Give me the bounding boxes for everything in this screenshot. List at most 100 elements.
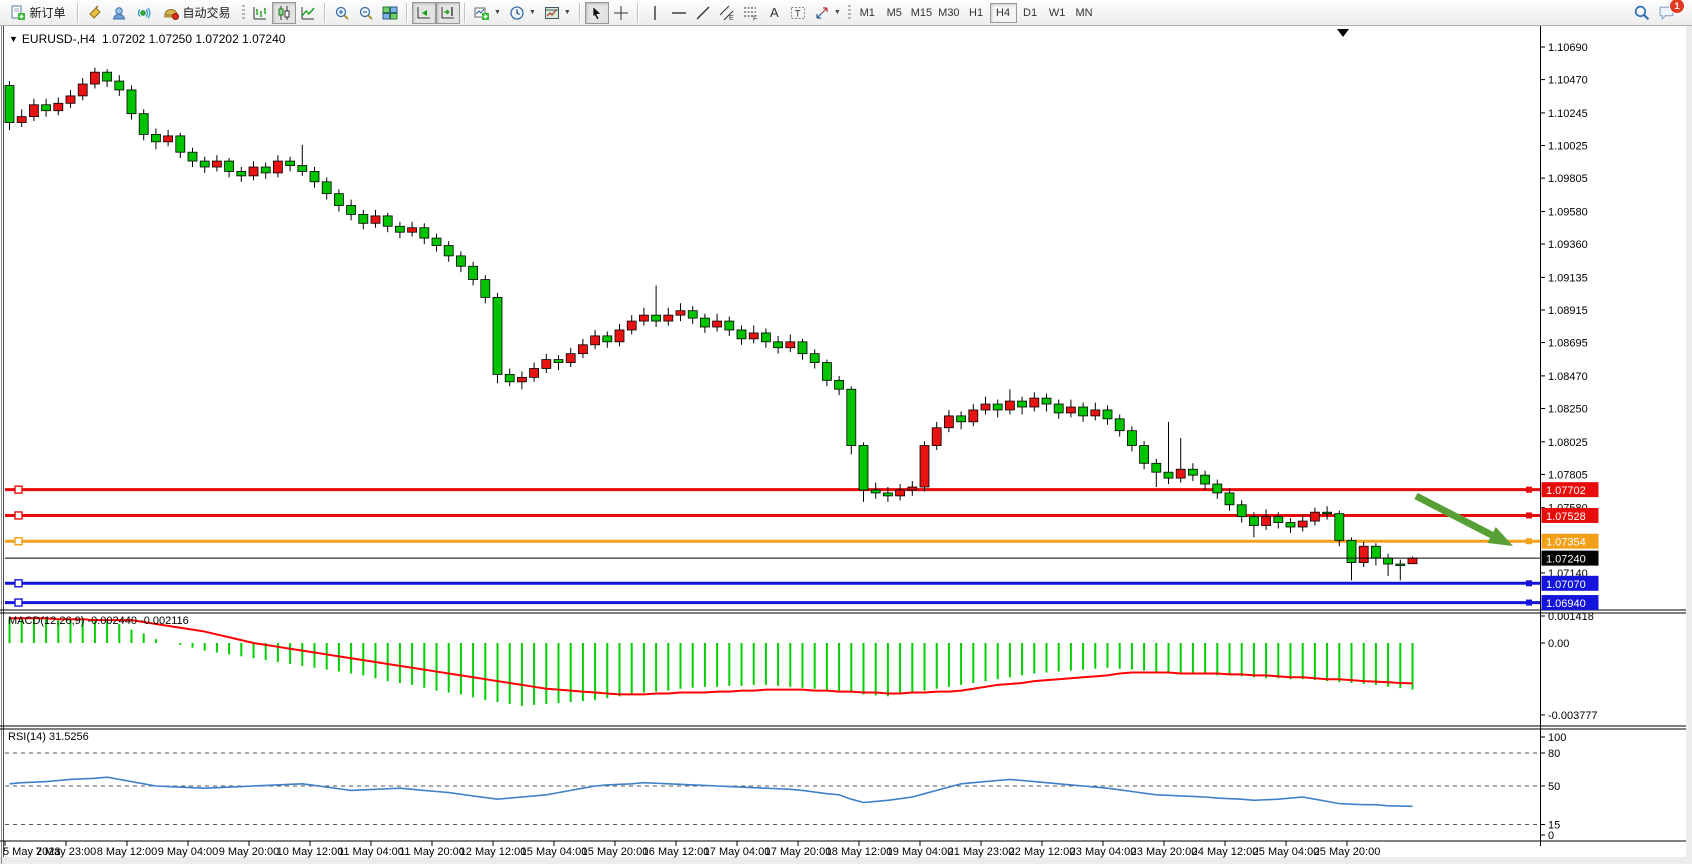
- date-label: 10 May 12:00: [277, 846, 344, 858]
- equidistant-channel-button[interactable]: E: [715, 2, 739, 24]
- signals-button[interactable]: [131, 2, 155, 24]
- auto-scroll-button[interactable]: [412, 2, 436, 24]
- candle-body: [1262, 517, 1271, 526]
- collapse-icon[interactable]: ▼: [9, 34, 18, 44]
- tile-windows-button[interactable]: [378, 2, 402, 24]
- profiles-button[interactable]: [107, 2, 131, 24]
- candle-body: [969, 410, 978, 422]
- candle-body: [456, 256, 465, 266]
- timeframe-D1[interactable]: D1: [1017, 3, 1044, 23]
- zoom-out-button[interactable]: [354, 2, 378, 24]
- candle-body: [1042, 398, 1051, 404]
- chart-shift-button[interactable]: [436, 2, 460, 24]
- resistance-line-2-left-handle[interactable]: [15, 512, 22, 519]
- text-label-button[interactable]: T: [786, 2, 810, 24]
- horizontal-line-button[interactable]: [667, 2, 691, 24]
- rsi-scale-label: 0: [1548, 830, 1554, 842]
- candle-body: [493, 297, 502, 374]
- periods-button[interactable]: ▼: [505, 2, 540, 24]
- pivot-line-right-handle[interactable]: [1526, 538, 1532, 544]
- chat-button[interactable]: 1: [1654, 2, 1679, 24]
- crosshair-button[interactable]: [609, 2, 633, 24]
- toolbar-grip[interactable]: [848, 5, 851, 21]
- date-label: 17 May 04:00: [704, 846, 771, 858]
- price-label: 1.10025: [1548, 141, 1588, 153]
- down-arrow-icon[interactable]: [1488, 527, 1513, 546]
- trendline-button[interactable]: [691, 2, 715, 24]
- timeframe-W1[interactable]: W1: [1044, 3, 1071, 23]
- candle-body: [725, 321, 734, 330]
- candle-body: [188, 152, 197, 161]
- macd-pane: [10, 618, 1413, 706]
- chart-canvas[interactable]: 1.106901.104701.102451.100251.098051.095…: [0, 0, 1692, 864]
- candle-body: [1298, 521, 1307, 527]
- support-line-2-left-handle[interactable]: [15, 599, 22, 606]
- styles-button[interactable]: [83, 2, 107, 24]
- resistance-line-2-right-handle[interactable]: [1526, 512, 1532, 518]
- timeframe-H4[interactable]: H4: [990, 3, 1017, 23]
- auto-trading-label: 自动交易: [182, 4, 230, 21]
- text-a-icon: A: [770, 5, 779, 20]
- text-button[interactable]: A: [763, 2, 786, 24]
- support-line-2-right-handle[interactable]: [1526, 600, 1532, 606]
- candle-body: [371, 216, 380, 223]
- price-label: 1.09135: [1548, 272, 1588, 284]
- candle-body: [1054, 404, 1063, 413]
- indicators-button[interactable]: ▼: [470, 2, 505, 24]
- candlestick-chart-button[interactable]: [272, 2, 296, 24]
- candle-body: [322, 182, 331, 194]
- candle-body: [395, 226, 404, 232]
- candle-body: [334, 194, 343, 206]
- macd-scale-label: -0.003777: [1548, 710, 1598, 722]
- vertical-scrollbar[interactable]: [1686, 26, 1692, 864]
- support-line-1-right-handle[interactable]: [1526, 580, 1532, 586]
- candle-body: [652, 315, 661, 321]
- cursor-icon: [589, 5, 605, 21]
- candle-body: [981, 404, 990, 410]
- price-scale[interactable]: 1.106901.104701.102451.100251.098051.095…: [1540, 42, 1599, 842]
- resistance-line-1-right-handle[interactable]: [1526, 487, 1532, 493]
- vertical-line-button[interactable]: [643, 2, 667, 24]
- zoom-out-icon: [358, 5, 374, 21]
- candle-body: [1127, 431, 1136, 446]
- candle-body: [615, 330, 624, 342]
- date-label: 9 May 20:00: [219, 846, 280, 858]
- arrows-button[interactable]: ▼: [810, 2, 845, 24]
- candle-body: [347, 206, 356, 215]
- timeframe-M1[interactable]: M1: [854, 3, 881, 23]
- search-button[interactable]: [1629, 2, 1654, 24]
- support-line-1-left-handle[interactable]: [15, 580, 22, 587]
- toolbar-grip[interactable]: [242, 5, 245, 21]
- candle-body: [1030, 398, 1039, 407]
- templates-button[interactable]: ▼: [540, 2, 575, 24]
- date-label: 23 May 04:00: [1070, 846, 1137, 858]
- candle-body: [688, 311, 697, 318]
- candle-body: [810, 354, 819, 363]
- line-chart-button[interactable]: [296, 2, 320, 24]
- timeframe-H1[interactable]: H1: [963, 3, 990, 23]
- price-label: 1.08250: [1548, 403, 1588, 415]
- candle-body: [1347, 540, 1356, 562]
- resistance-line-1-left-handle[interactable]: [15, 486, 22, 493]
- cursor-button[interactable]: [585, 2, 609, 24]
- shift-marker-icon[interactable]: [1337, 29, 1349, 37]
- timeframe-M5[interactable]: M5: [881, 3, 908, 23]
- candle-body: [1384, 558, 1393, 564]
- candle-body: [1225, 493, 1234, 505]
- bar-chart-button[interactable]: [248, 2, 272, 24]
- fibonacci-button[interactable]: F: [739, 2, 763, 24]
- candle-body: [29, 105, 38, 117]
- zoom-in-button[interactable]: [330, 2, 354, 24]
- timeframe-M15[interactable]: M15: [908, 3, 935, 23]
- candle-body: [1310, 512, 1319, 521]
- auto-trading-button[interactable]: 自动交易: [155, 2, 239, 24]
- horizontal-scrollbar[interactable]: [0, 857, 1692, 864]
- pivot-line-left-handle[interactable]: [15, 538, 22, 545]
- time-scale[interactable]: 5 May 20237 May 23:008 May 12:009 May 04…: [3, 841, 1380, 858]
- dropdown-caret-icon: ▼: [529, 9, 536, 16]
- candle-body: [103, 72, 112, 81]
- timeframe-MN[interactable]: MN: [1071, 3, 1098, 23]
- candle-body: [591, 336, 600, 345]
- timeframe-M30[interactable]: M30: [935, 3, 962, 23]
- new-order-button[interactable]: 新订单: [3, 2, 73, 24]
